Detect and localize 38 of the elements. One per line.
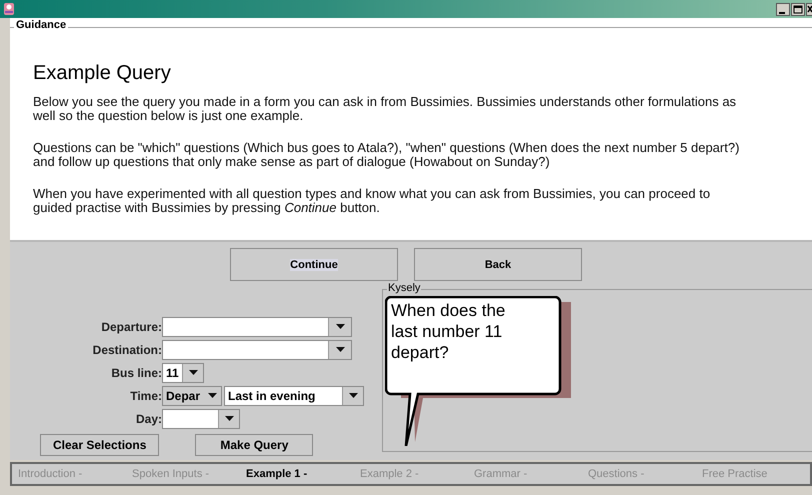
dropdown[interactable]: 11 — [162, 362, 204, 382]
dropdown[interactable]: Depar — [162, 386, 222, 406]
paragraph: When you have experimented with all question types and know what you can ask from Bussimies, you can proceed to guided practise with Bussimies by pressing Continue button. — [33, 187, 712, 215]
bubble-text: When does the last number 11 depart? — [391, 300, 506, 363]
app-icon — [2, 2, 16, 16]
field-label: Day: — [134, 412, 162, 426]
minimize-icon[interactable] — [776, 2, 790, 16]
panel-title: Guidance — [14, 19, 68, 31]
field-label: Departure: — [100, 320, 162, 334]
step-label: Free Practise — [701, 468, 768, 480]
caret-icon — [188, 370, 198, 375]
step-label: Spoken Inputs - — [131, 468, 210, 480]
form-button[interactable]: Clear Selections — [40, 434, 160, 456]
dropdown[interactable] — [162, 408, 240, 428]
dropdown[interactable] — [162, 340, 352, 360]
step-label: Introduction - — [17, 468, 84, 480]
caret-icon — [224, 416, 234, 421]
nav-button[interactable]: Back — [414, 248, 582, 281]
caret-icon — [336, 347, 344, 352]
form-button[interactable]: Make Query — [195, 434, 314, 456]
caret-icon — [348, 393, 358, 398]
panel-title: Kysely — [387, 282, 422, 294]
nav-button[interactable]: Continue — [230, 248, 398, 281]
caret-icon — [208, 393, 217, 398]
field-label: Destination: — [92, 342, 162, 356]
paragraph: Below you see the query you made in a form you can ask in from Bussimies. Bussimies understands other formulations as well so the question below is just one example. — [33, 95, 738, 123]
dropdown[interactable] — [162, 316, 352, 336]
paragraph: Questions can be "which" questions (Which bus goes to Atala?), "when" questions (When does the next number 5 depart?) and follow up questions that only make sense as part of dialogue (Howabout on Sunday?) — [33, 141, 740, 169]
field-label: Bus line: — [110, 366, 162, 380]
step-label: Questions - — [587, 468, 646, 480]
heading: Example Query — [33, 62, 172, 85]
step-label: Example 2 - — [359, 468, 420, 480]
close-icon[interactable] — [806, 2, 812, 16]
caret-icon — [336, 324, 344, 329]
step-label: Grammar - — [473, 468, 528, 480]
step-label: Example 1 - — [245, 468, 308, 480]
field-label: Time: — [129, 388, 162, 402]
dropdown[interactable]: Last in evening — [224, 386, 364, 406]
